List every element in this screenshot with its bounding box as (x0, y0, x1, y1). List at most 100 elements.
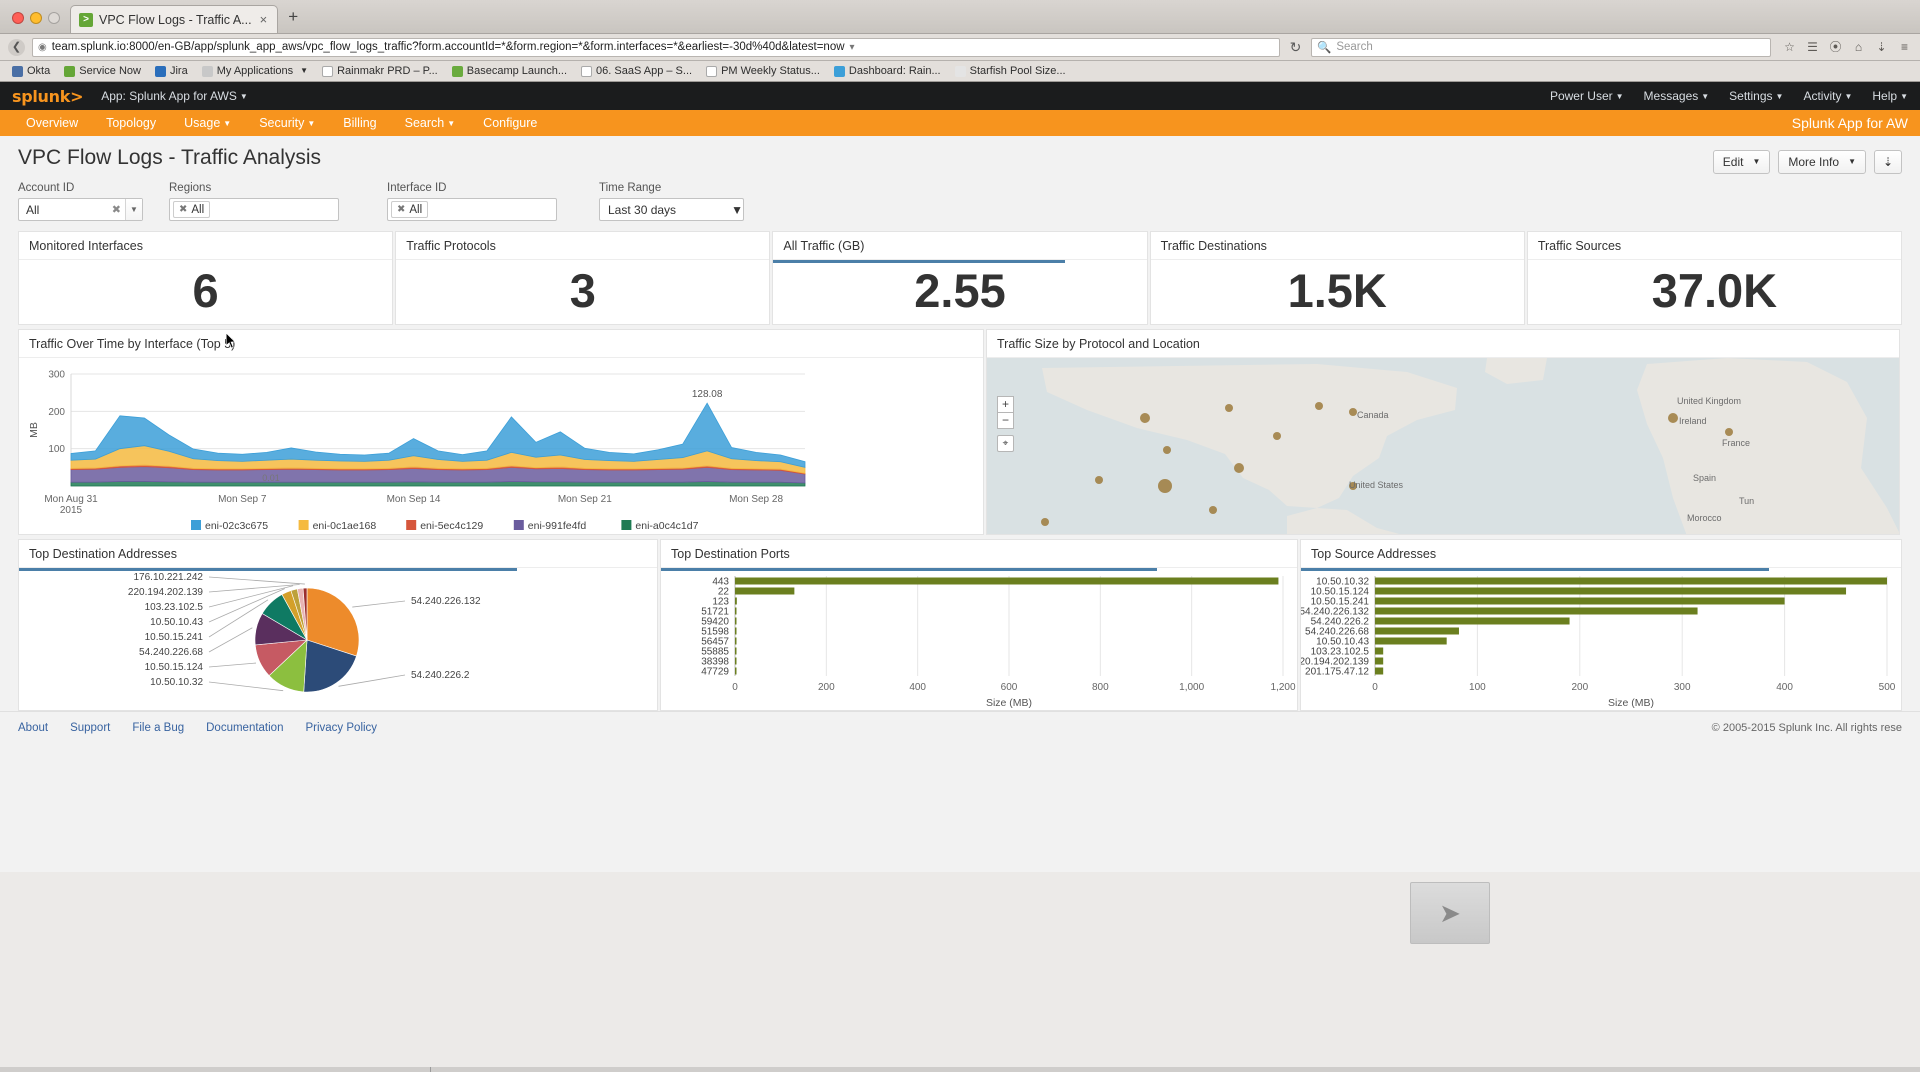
map-traffic-bubble[interactable] (1315, 402, 1323, 410)
bookmark-item[interactable]: Basecamp Launch... (446, 65, 573, 77)
map-traffic-bubble[interactable] (1095, 476, 1103, 484)
bar[interactable] (735, 657, 737, 665)
bar[interactable] (735, 607, 737, 615)
reload-button[interactable]: ↻ (1287, 39, 1304, 56)
bar[interactable] (1375, 617, 1570, 625)
map-traffic-bubble[interactable] (1273, 432, 1281, 440)
map-zoom-in-button[interactable]: + (997, 396, 1014, 413)
splunk-menu-settings[interactable]: Settings ▼ (1729, 89, 1783, 103)
app-selector[interactable]: App: Splunk App for AWS ▼ (101, 89, 248, 103)
minimize-window-button[interactable] (30, 12, 42, 24)
footer-link-documentation[interactable]: Documentation (206, 722, 283, 734)
bar[interactable] (735, 667, 737, 675)
traffic-over-time-chart[interactable]: 100 200 300 128.08 0.01 MB Mon Aug 312015 Mon S… (19, 358, 984, 535)
bar[interactable] (735, 637, 737, 645)
nav-item-configure[interactable]: Configure (469, 116, 551, 130)
nav-item-billing[interactable]: Billing (329, 116, 390, 130)
bar[interactable] (735, 627, 737, 635)
bookmark-star-icon[interactable]: ☆ (1782, 40, 1797, 54)
legend-label[interactable]: eni-991fe4fd (528, 520, 587, 532)
legend-label[interactable]: eni-5ec4c129 (420, 520, 483, 532)
nav-item-overview[interactable]: Overview (12, 116, 92, 130)
bar[interactable] (1375, 647, 1384, 655)
nav-item-usage[interactable]: Usage ▼ (170, 116, 245, 130)
back-button[interactable]: ❮ (8, 38, 25, 56)
legend-label[interactable]: eni-0c1ae168 (313, 520, 377, 532)
splunk-menu-power-user[interactable]: Power User ▼ (1550, 89, 1624, 103)
map-zoom-controls[interactable]: + − ⌖ (997, 396, 1014, 452)
map-traffic-bubble[interactable] (1163, 446, 1171, 454)
bookmark-item[interactable]: Service Now (58, 65, 147, 77)
regions-multiselect[interactable]: ✖ All (169, 198, 339, 221)
map-traffic-bubble[interactable] (1041, 518, 1049, 526)
bar[interactable] (735, 577, 1279, 585)
export-button[interactable]: ⇣ (1874, 150, 1902, 174)
menu-icon[interactable]: ≡ (1897, 40, 1912, 54)
reader-icon[interactable]: ☰ (1805, 40, 1820, 54)
new-tab-button[interactable]: + (278, 7, 308, 33)
account-id-select[interactable]: All ✖ ▼ (18, 198, 143, 221)
legend-label[interactable]: eni-02c3c675 (205, 520, 268, 532)
splunk-logo[interactable]: splunk> (12, 87, 84, 106)
home-icon[interactable]: ⌂ (1851, 40, 1866, 54)
map-traffic-bubble[interactable] (1209, 506, 1217, 514)
map-traffic-bubble[interactable] (1349, 408, 1357, 416)
footer-link-file-a-bug[interactable]: File a Bug (132, 722, 184, 734)
time-range-select[interactable]: Last 30 days ▼ (599, 198, 744, 221)
footer-link-support[interactable]: Support (70, 722, 110, 734)
chevron-down-icon[interactable]: ▼ (731, 203, 743, 217)
bar[interactable] (1375, 607, 1698, 615)
zoom-window-button[interactable] (48, 12, 60, 24)
interface-id-multiselect[interactable]: ✖ All (387, 198, 557, 221)
map-zoom-out-button[interactable]: − (997, 412, 1014, 429)
bookmark-item[interactable]: 06. SaaS App – S... (575, 65, 698, 77)
close-window-button[interactable] (12, 12, 24, 24)
map-traffic-bubble[interactable] (1725, 428, 1733, 436)
bar[interactable] (1375, 637, 1447, 645)
splunk-menu-help[interactable]: Help ▼ (1872, 89, 1908, 103)
bookmark-item[interactable]: Rainmakr PRD – P... (316, 65, 444, 77)
footer-link-about[interactable]: About (18, 722, 48, 734)
splunk-menu-messages[interactable]: Messages ▼ (1644, 89, 1710, 103)
bar[interactable] (735, 597, 737, 605)
bookmark-item[interactable]: Okta (6, 65, 56, 77)
bookmark-item[interactable]: Starfish Pool Size... (949, 65, 1072, 77)
bar[interactable] (735, 587, 795, 595)
window-controls[interactable] (8, 12, 70, 33)
bookmark-item[interactable]: My Applications ▼ (196, 65, 314, 77)
bar[interactable] (1375, 577, 1887, 585)
bar[interactable] (1375, 657, 1384, 665)
map-canvas[interactable]: + − ⌖ CanadaUnited StatesMexicoCubaUnite… (987, 358, 1899, 534)
nav-item-topology[interactable]: Topology (92, 116, 170, 130)
search-input[interactable]: 🔍 Search (1311, 37, 1771, 57)
nav-item-search[interactable]: Search ▼ (391, 116, 470, 130)
map-traffic-bubble[interactable] (1668, 413, 1678, 423)
more-info-button[interactable]: More Info ▼ (1778, 150, 1866, 174)
browser-tab[interactable]: > VPC Flow Logs - Traffic A... × (70, 5, 279, 33)
bar[interactable] (735, 617, 737, 625)
bar[interactable] (1375, 627, 1459, 635)
close-tab-icon[interactable]: × (258, 12, 270, 27)
interface-token[interactable]: ✖ All (391, 201, 429, 218)
bar[interactable] (1375, 597, 1785, 605)
source-addresses-bar-chart[interactable]: 0 100 200 300 400 50010.50.10.3210.50.15.1241… (1301, 568, 1902, 710)
splunk-menu-activity[interactable]: Activity ▼ (1803, 89, 1852, 103)
url-dropdown-icon[interactable]: ▾ (850, 42, 855, 53)
map-traffic-bubble[interactable] (1234, 463, 1244, 473)
footer-link-privacy-policy[interactable]: Privacy Policy (305, 722, 377, 734)
clear-icon[interactable]: ✖ (112, 203, 125, 216)
address-bar[interactable]: ◉ team.splunk.io:8000/en-GB/app/splunk_a… (32, 37, 1280, 57)
map-traffic-bubble[interactable] (1140, 413, 1150, 423)
map-traffic-bubble[interactable] (1158, 479, 1172, 493)
chevron-down-icon[interactable]: ▼ (125, 199, 142, 220)
nav-item-security[interactable]: Security ▼ (245, 116, 329, 130)
bar[interactable] (735, 647, 737, 655)
bookmark-item[interactable]: Jira (149, 65, 194, 77)
edit-button[interactable]: Edit ▼ (1712, 150, 1771, 174)
downloads-icon[interactable]: ⇣ (1874, 40, 1889, 54)
map-traffic-bubble[interactable] (1225, 404, 1233, 412)
pocket-icon[interactable]: ⦿ (1828, 40, 1843, 54)
remove-token-icon[interactable]: ✖ (397, 204, 405, 215)
regions-token[interactable]: ✖ All (173, 201, 211, 218)
bookmark-item[interactable]: Dashboard: Rain... (828, 65, 947, 77)
